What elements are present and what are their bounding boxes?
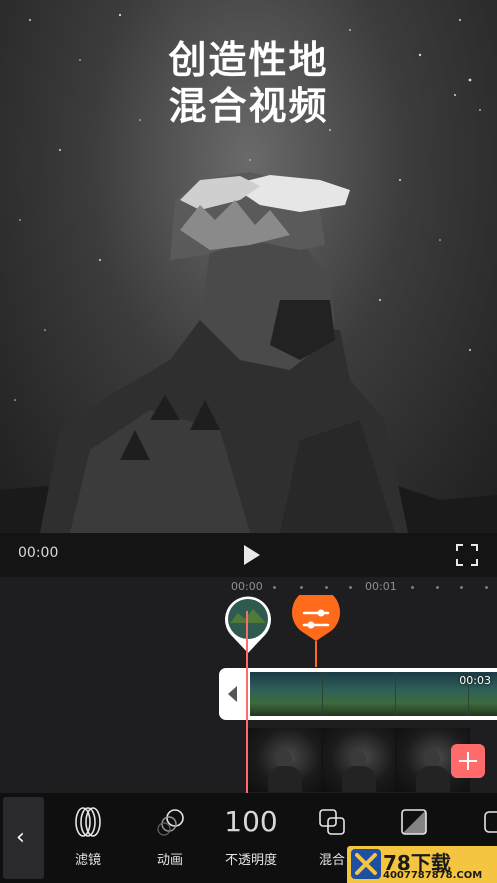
ruler-tick — [273, 586, 276, 589]
ruler-tick — [349, 586, 352, 589]
ruler-tick — [436, 586, 439, 589]
filter-label: 滤镜 — [74, 853, 101, 868]
add-clip-button[interactable] — [451, 744, 485, 778]
opacity-tool[interactable]: 100 不透明度 — [219, 803, 283, 877]
watermark-logo-icon — [351, 849, 381, 879]
ruler-tick — [460, 586, 463, 589]
opacity-value: 100 — [224, 805, 278, 838]
overlay-thumbnail-pin[interactable] — [223, 595, 273, 655]
filter-tool[interactable]: 滤镜 — [56, 803, 120, 877]
promo-headline-line2: 混合视频 — [168, 84, 329, 128]
mask-icon — [401, 809, 427, 835]
filter-icon — [75, 807, 101, 837]
clip-trim-handle[interactable] — [228, 686, 237, 702]
playhead-extension — [246, 668, 248, 793]
video-clip[interactable]: 00:03 — [219, 668, 497, 720]
animation-label: 动画 — [156, 853, 183, 868]
current-time: 00:00 — [18, 545, 59, 561]
ruler-tick — [325, 586, 328, 589]
animation-tool[interactable]: 动画 — [138, 803, 202, 877]
video-preview[interactable]: 创造性地 混合视频 — [0, 0, 497, 533]
ruler-time-start: 00:00 — [231, 580, 263, 593]
track-frame — [322, 728, 396, 792]
ruler-tick — [485, 586, 488, 589]
promo-headline-line1: 创造性地 — [168, 38, 329, 82]
track-frame — [248, 728, 322, 792]
animation-icon — [157, 809, 184, 836]
watermark-url: 4007787878.COM — [383, 870, 483, 881]
clip-duration: 00:03 — [459, 674, 491, 687]
blend-icon — [319, 809, 345, 835]
clip-frame — [323, 672, 396, 716]
ruler-tick — [411, 586, 414, 589]
player-bar: 00:00 — [0, 533, 497, 577]
adjust-icon[interactable] — [291, 595, 341, 667]
site-watermark: 78下载 4007787878.COM — [347, 846, 497, 883]
crop-icon — [484, 811, 497, 833]
fullscreen-icon[interactable] — [456, 544, 478, 566]
clip-frame — [250, 672, 323, 716]
back-button[interactable]: ‹ — [3, 797, 44, 879]
play-icon[interactable] — [239, 543, 263, 567]
ruler-time-mid: 00:01 — [365, 580, 397, 593]
opacity-label: 不透明度 — [224, 853, 277, 868]
ruler-tick — [300, 586, 303, 589]
chevron-left-icon: ‹ — [16, 825, 25, 850]
